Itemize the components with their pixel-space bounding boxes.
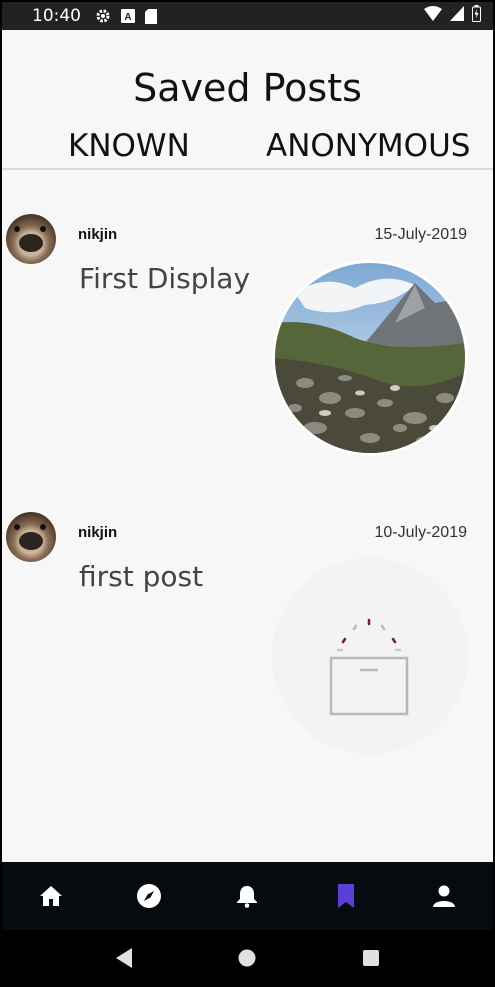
nav-home-button[interactable]: [27, 872, 75, 920]
saved-icon: [337, 884, 354, 908]
sd-card-icon: [145, 8, 157, 24]
avatar[interactable]: [6, 512, 56, 562]
post-text: first post: [79, 560, 204, 593]
tabs-divider: [2, 168, 493, 170]
wifi-icon: [424, 6, 442, 26]
post-card[interactable]: nikjin 15-July-2019 First Display: [2, 202, 493, 472]
tab-anonymous[interactable]: ANONYMOUS: [266, 128, 470, 164]
post-date: 15-July-2019: [374, 226, 468, 243]
explore-icon: [137, 884, 162, 908]
tab-known[interactable]: KNOWN: [68, 128, 190, 164]
app-screen: 10:40 A Saved Posts KNOWN ANONYMOUS nikj…: [2, 2, 493, 985]
back-icon: [115, 947, 132, 968]
post-date: 10-July-2019: [374, 524, 468, 541]
post-card[interactable]: nikjin 10-July-2019 first post: [2, 500, 493, 790]
svg-text:A: A: [124, 12, 131, 23]
avatar[interactable]: [6, 214, 56, 264]
page-title: Saved Posts: [133, 66, 362, 110]
system-home-button[interactable]: [227, 938, 267, 978]
post-username[interactable]: nikjin: [78, 226, 117, 243]
home-icon: [40, 886, 63, 906]
nav-notifications-button[interactable]: [223, 872, 271, 920]
nav-profile-button[interactable]: [420, 872, 468, 920]
battery-icon: [472, 5, 481, 27]
post-username[interactable]: nikjin: [78, 524, 117, 541]
post-text: First Display: [79, 262, 251, 295]
profile-icon: [432, 885, 455, 907]
post-image[interactable]: [272, 260, 468, 456]
system-navigation-bar: [2, 930, 493, 985]
status-bar: 10:40 A: [2, 2, 493, 30]
nav-explore-button[interactable]: [125, 872, 173, 920]
home-circle-icon: [238, 949, 256, 966]
gear-icon: [95, 8, 111, 24]
a-badge-icon: A: [121, 9, 135, 23]
signal-icon: [450, 6, 464, 26]
nav-saved-button[interactable]: [322, 872, 370, 920]
post-image-loading: [272, 558, 468, 754]
image-loading-icon: [329, 618, 409, 716]
system-back-button[interactable]: [104, 938, 144, 978]
system-recents-button[interactable]: [351, 938, 391, 978]
notifications-icon: [237, 886, 258, 908]
tab-bar: KNOWN ANONYMOUS: [2, 128, 493, 168]
status-time: 10:40: [32, 6, 81, 26]
recents-icon: [363, 949, 380, 966]
bottom-navigation: [2, 862, 493, 930]
